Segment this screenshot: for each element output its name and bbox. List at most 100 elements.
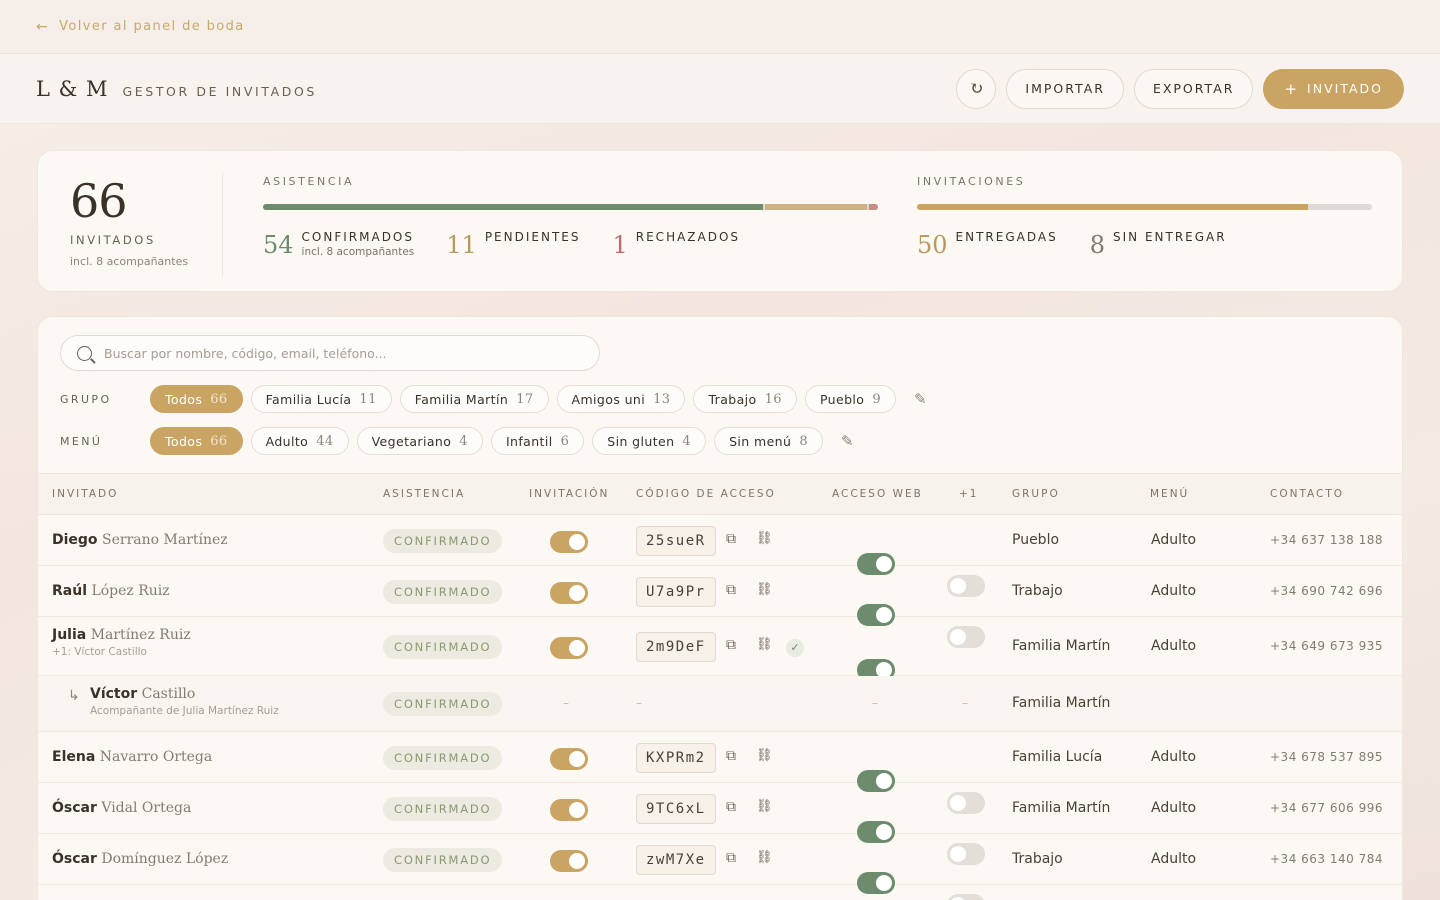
logo: L & M (36, 76, 109, 101)
empty-cell: – (636, 696, 642, 710)
import-button[interactable]: IMPORTAR (1006, 68, 1124, 109)
menu-chip[interactable]: Sin gluten 4 (592, 427, 707, 455)
header-code[interactable]: CÓDIGO DE ACCESO (636, 488, 776, 500)
header-attendance[interactable]: ASISTENCIA (383, 488, 465, 500)
link-icon[interactable]: ⛓ (756, 799, 773, 814)
table-row[interactable]: Óscar Vidal Ortega CONFIRMADO 9TC6xL ⧉ ⛓ Fami… (38, 783, 1402, 865)
contact-cell[interactable]: +34 677 606 996 (1270, 801, 1383, 815)
attendance-badge[interactable]: CONFIRMADO (383, 796, 503, 821)
contact-cell[interactable]: +34 678 537 895 (1270, 750, 1383, 764)
contact-cell[interactable]: +34 637 138 188 (1270, 533, 1383, 547)
add-guest-button[interactable]: + INVITADO (1263, 68, 1404, 109)
edit-menus-icon[interactable]: ✎ (841, 432, 854, 450)
menu-chip[interactable]: Vegetariano 4 (356, 427, 483, 455)
attendance-title: ASISTENCIA (263, 175, 355, 188)
table-row[interactable]: Elena Navarro Ortega CONFIRMADO KXPRm2 ⧉ ⛓ Fa… (38, 732, 1402, 814)
legend-delivered: 50 ENTREGADAS (917, 228, 1058, 258)
legend-rejected: 1 RECHAZADOS (612, 228, 740, 258)
copy-icon[interactable]: ⧉ (726, 531, 736, 547)
link-icon[interactable]: ⛓ (756, 582, 773, 597)
total-label: INVITADOS (70, 233, 156, 247)
search-input[interactable] (104, 345, 564, 361)
back-link[interactable]: ← Volver al panel de boda (36, 19, 245, 35)
attendance-badge[interactable]: CONFIRMADO (383, 528, 503, 553)
invitation-toggle[interactable] (550, 636, 588, 659)
attendance-badge[interactable]: CONFIRMADO (383, 692, 503, 716)
group-cell: Familia Martín (1012, 695, 1111, 711)
contact-cell[interactable]: +34 649 673 935 (1270, 639, 1383, 653)
menu-chip[interactable]: Adulto 44 (250, 427, 349, 455)
header-invitation[interactable]: INVITACIÓN (529, 488, 609, 500)
divider (222, 173, 223, 277)
search-box[interactable] (60, 335, 600, 371)
menu-cell: Adulto (1151, 637, 1197, 654)
menu-cell: Adulto (1151, 531, 1197, 548)
header-guest[interactable]: INVITADO (52, 488, 118, 500)
invitations-title: INVITACIONES (917, 175, 1026, 188)
attendance-badge[interactable]: CONFIRMADO (383, 847, 503, 872)
plus-one-toggle[interactable] (947, 893, 985, 900)
table-row[interactable]: Óscar Domínguez López CONFIRMADO zwM7Xe ⧉ ⛓ T… (38, 834, 1402, 900)
link-icon[interactable]: ⛓ (756, 748, 773, 763)
group-chip[interactable]: Trabajo 16 (693, 385, 797, 413)
contact-cell[interactable]: +34 663 140 784 (1270, 852, 1383, 866)
contact-cell[interactable]: +34 690 742 696 (1270, 584, 1383, 598)
guest-name[interactable]: Diego Serrano Martínez (52, 532, 228, 548)
guest-cell: Diego Serrano Martínez (52, 532, 228, 548)
table-row[interactable]: Raúl López Ruiz CONFIRMADO U7a9Pr ⧉ ⛓ Trabajo… (38, 566, 1402, 648)
edit-groups-icon[interactable]: ✎ (914, 390, 927, 408)
copy-icon[interactable]: ⧉ (726, 582, 736, 598)
invitation-toggle[interactable] (550, 849, 588, 872)
bar-delivered (917, 204, 1308, 210)
header-web[interactable]: ACCESO WEB (832, 488, 923, 500)
table-row[interactable]: Julia Martínez Ruiz +1: Víctor Castillo CO… (38, 617, 1402, 703)
header-contact[interactable]: CONTACTO (1270, 488, 1344, 500)
link-icon[interactable]: ⛓ (756, 637, 773, 652)
attendance-badge[interactable]: CONFIRMADO (383, 634, 503, 659)
header-menu[interactable]: MENÚ (1150, 488, 1189, 500)
guest-name[interactable]: Óscar Vidal Ortega (52, 800, 191, 816)
web-access-toggle[interactable] (857, 871, 895, 894)
guest-name[interactable]: Raúl López Ruiz (52, 583, 170, 599)
guest-last-name: Navarro Ortega (99, 748, 213, 765)
group-chip-count: 16 (764, 391, 782, 407)
invitation-toggle[interactable] (550, 747, 588, 770)
header-group[interactable]: GRUPO (1012, 488, 1060, 500)
attendance-badge[interactable]: CONFIRMADO (383, 745, 503, 770)
group-chip[interactable]: Pueblo 9 (804, 385, 896, 413)
invitation-toggle[interactable] (550, 798, 588, 821)
refresh-button[interactable]: ↻ (956, 68, 997, 109)
rejected-count: 1 (612, 231, 628, 259)
group-chip[interactable]: Familia Martín 17 (399, 385, 549, 413)
link-icon[interactable]: ⛓ (756, 531, 773, 546)
guest-name[interactable]: Elena Navarro Ortega (52, 749, 212, 765)
guest-cell: Julia Martínez Ruiz +1: Víctor Castillo (52, 627, 191, 658)
menu-chip[interactable]: Todos 66 (150, 427, 243, 455)
copy-icon[interactable]: ⧉ (726, 799, 736, 815)
group-chip-count: 17 (516, 391, 534, 407)
copy-icon[interactable]: ⧉ (726, 748, 736, 764)
group-chip-count: 13 (653, 391, 671, 407)
group-chip[interactable]: Familia Lucía 11 (250, 385, 392, 413)
export-button[interactable]: EXPORTAR (1133, 68, 1254, 109)
attendance-badge[interactable]: CONFIRMADO (383, 579, 503, 604)
guest-name[interactable]: Víctor Castillo (90, 686, 279, 702)
table-row[interactable]: ↳ Víctor Castillo Acompañante de Julia Mar… (38, 676, 1402, 732)
invitation-toggle[interactable] (550, 530, 588, 553)
link-icon[interactable]: ⛓ (756, 850, 773, 865)
menu-chip[interactable]: Infantil 6 (490, 427, 585, 455)
header-plus[interactable]: +1 (959, 488, 978, 500)
guest-cell: Raúl López Ruiz (52, 583, 170, 599)
copy-icon[interactable]: ⧉ (726, 850, 736, 866)
group-chip[interactable]: Todos 66 (150, 385, 243, 413)
menu-chip-count: 8 (799, 433, 808, 449)
guest-name[interactable]: Julia Martínez Ruiz (52, 627, 191, 643)
group-chip[interactable]: Amigos uni 13 (556, 385, 686, 413)
menu-chip[interactable]: Sin menú 8 (714, 427, 823, 455)
invitation-toggle[interactable] (550, 581, 588, 604)
guest-name[interactable]: Óscar Domínguez López (52, 851, 228, 867)
table-row[interactable]: Diego Serrano Martínez CONFIRMADO 25sueR ⧉ ⛓… (38, 515, 1402, 597)
guest-panel: GRUPO Todos 66 Familia Lucía 11 Familia Mart… (37, 316, 1403, 900)
copy-icon[interactable]: ⧉ (726, 637, 736, 653)
attendance-bar (263, 204, 878, 210)
